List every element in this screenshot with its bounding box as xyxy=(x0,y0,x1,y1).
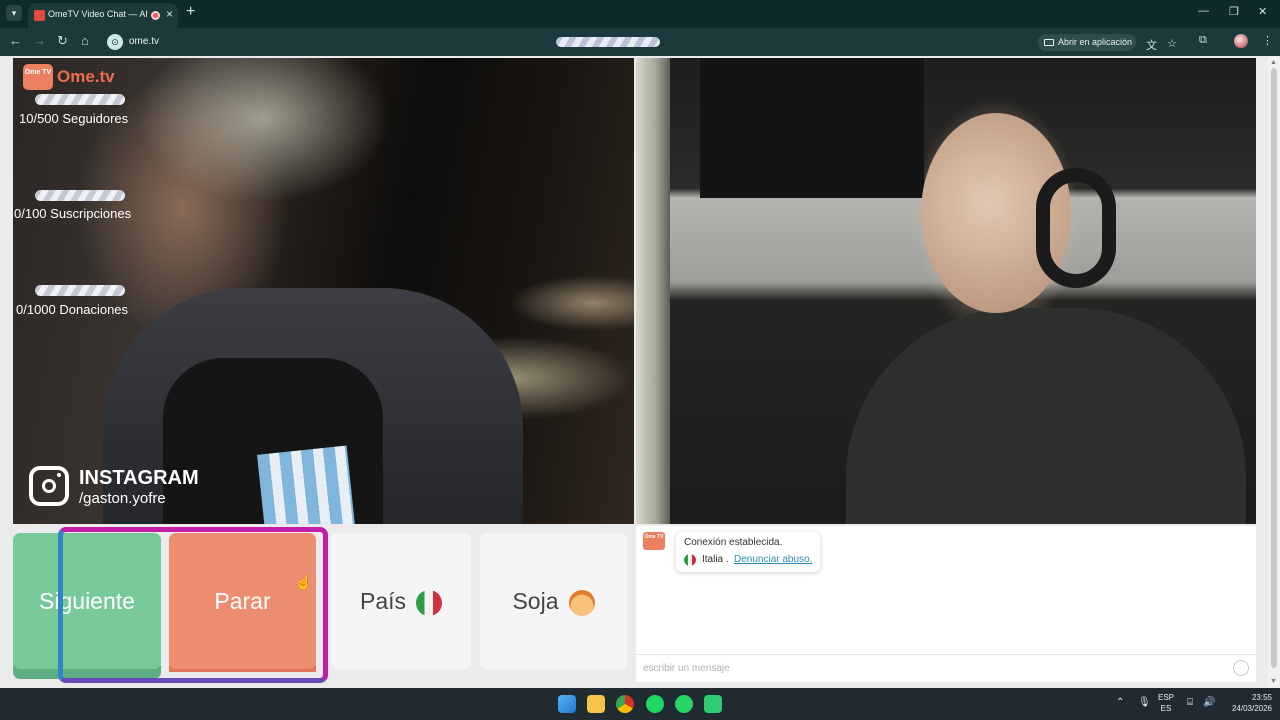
profile-avatar[interactable] xyxy=(1234,34,1248,48)
instagram-handle: /gaston.yofre xyxy=(79,490,166,507)
minimize-icon[interactable]: — xyxy=(1198,5,1209,17)
close-window-icon[interactable]: ✕ xyxy=(1258,5,1267,18)
followers-progress-bar xyxy=(35,94,125,105)
system-clock[interactable]: 23:55 24/03/2026 xyxy=(1222,692,1272,714)
stream-overlay-frame xyxy=(58,527,328,683)
recording-icon xyxy=(151,11,160,20)
system-message-bubble: Conexión establecida. Italia . Denunciar… xyxy=(676,532,820,572)
open-in-app-button[interactable]: Abrir en aplicación xyxy=(1038,34,1136,51)
donations-progress-bar xyxy=(35,285,125,296)
video-kitchen-cabinet xyxy=(700,58,924,198)
address-bar[interactable]: ⊙ ome.tv Abrir en aplicación 文 ☆ xyxy=(104,31,1184,53)
tab-ometv[interactable]: OmeTV Video Chat — Alte × xyxy=(28,3,178,28)
url-text: ome.tv xyxy=(129,36,160,47)
chrome-icon[interactable] xyxy=(616,695,634,713)
scroll-down-icon[interactable]: ▼ xyxy=(1270,678,1277,685)
microphone-icon[interactable]: 🎙 xyxy=(1138,697,1151,708)
home-icon[interactable]: ⌂ xyxy=(81,33,89,48)
restore-icon[interactable]: ❐ xyxy=(1229,5,1239,18)
whatsapp-icon[interactable] xyxy=(675,695,693,713)
youtube-favicon-icon xyxy=(34,10,45,21)
app-window-icon xyxy=(1044,39,1054,46)
page-scrollbar[interactable]: ▲ ▼ xyxy=(1268,56,1280,688)
logo-text: Ome.tv xyxy=(57,67,115,86)
translate-icon[interactable]: 文 xyxy=(1146,37,1157,53)
video-partner-body xyxy=(846,308,1246,524)
chat-message-input[interactable]: escribir un mensaje xyxy=(636,654,1256,682)
scroll-up-icon[interactable]: ▲ xyxy=(1270,59,1277,66)
language-code: ESP xyxy=(1158,693,1175,702)
chat-logo-icon: Ome TV xyxy=(643,532,665,550)
language-indicator[interactable]: ESP ES xyxy=(1158,692,1174,714)
local-video: Ome TV Ome.tv 10/500 Seguidores 0/100 Su… xyxy=(13,58,634,524)
back-icon[interactable]: ← xyxy=(9,33,22,48)
browser-toolbar: ← → ↻ ⌂ ⊙ ome.tv Abrir en aplicación 文 ☆… xyxy=(0,28,1280,56)
report-abuse-link[interactable]: Denunciar abuso. xyxy=(734,554,812,565)
tab-list-button[interactable]: ▾ xyxy=(6,5,22,21)
extensions-icon[interactable]: ⧉ xyxy=(1199,34,1207,47)
remote-video xyxy=(636,58,1256,524)
subscriptions-progress-bar xyxy=(35,190,125,201)
instagram-title: INSTAGRAM xyxy=(79,467,199,489)
video-flag-patch xyxy=(257,445,355,524)
open-in-app-label: Abrir en aplicación xyxy=(1058,37,1133,47)
forward-icon[interactable]: → xyxy=(33,33,46,48)
spotify-icon[interactable] xyxy=(646,695,664,713)
volume-icon[interactable]: 🔊 xyxy=(1203,697,1215,708)
chat-panel: Ome TV Conexión establecida. Italia . De… xyxy=(636,526,1256,682)
keyboard-layout: ES xyxy=(1160,704,1172,713)
menu-icon[interactable]: ⋮ xyxy=(1262,34,1273,47)
reload-icon[interactable]: ↻ xyxy=(57,33,68,49)
file-explorer-icon[interactable] xyxy=(587,695,605,713)
tab-close-icon[interactable]: × xyxy=(166,7,173,21)
clock-date: 24/03/2026 xyxy=(1231,704,1272,713)
connection-status: Conexión establecida. xyxy=(684,537,783,548)
start-icon[interactable] xyxy=(558,695,576,713)
network-icon[interactable]: ⌸ xyxy=(1187,697,1193,708)
site-info-icon[interactable]: ⊙ xyxy=(107,34,123,50)
bookmark-star-icon[interactable]: ☆ xyxy=(1167,37,1177,50)
video-light-strip xyxy=(636,58,670,524)
logo-badge: Ome TV xyxy=(23,64,53,90)
chat-input-placeholder: escribir un mensaje xyxy=(643,663,730,674)
instagram-icon xyxy=(29,466,69,506)
italy-flag-icon xyxy=(416,589,443,616)
gender-label: Soja xyxy=(512,588,559,614)
new-tab-button[interactable]: + xyxy=(186,3,195,21)
instagram-dot xyxy=(57,473,61,477)
boy-face-icon xyxy=(568,589,595,616)
scroll-thumb[interactable] xyxy=(1271,68,1277,668)
country-filter-button[interactable]: País xyxy=(331,533,471,669)
followers-stat: 10/500 Seguidores xyxy=(19,111,129,126)
hand-cursor-icon: ☝ xyxy=(295,574,313,590)
tab-title: OmeTV Video Chat — Alte xyxy=(48,9,148,19)
ometv-page: Ome TV Ome.tv 10/500 Seguidores 0/100 Su… xyxy=(0,56,1280,688)
app-icon[interactable] xyxy=(704,695,722,713)
subscriptions-stat: 0/100 Suscripciones xyxy=(14,206,132,221)
clock-time: 23:55 xyxy=(1251,693,1272,702)
show-hidden-icons-icon[interactable]: ⌃ xyxy=(1116,697,1124,708)
ometv-logo: Ome TV Ome.tv xyxy=(23,64,123,92)
windows-taskbar: ⌃ 🎙 ESP ES ⌸ 🔊 23:55 24/03/2026 xyxy=(0,688,1280,720)
partner-country: Italia . xyxy=(702,554,729,565)
instagram-lens xyxy=(42,479,56,493)
blurred-region xyxy=(556,37,660,47)
country-label: País xyxy=(359,588,407,614)
browser-tab-strip: ▾ OmeTV Video Chat — Alte × + — ❐ ✕ xyxy=(0,0,1280,28)
video-headphones xyxy=(1036,168,1116,288)
italy-flag-small-icon xyxy=(684,554,696,566)
donations-stat: 0/1000 Donaciones xyxy=(16,302,129,317)
gender-filter-button[interactable]: Soja xyxy=(480,533,627,669)
emoji-icon[interactable] xyxy=(1233,660,1249,676)
